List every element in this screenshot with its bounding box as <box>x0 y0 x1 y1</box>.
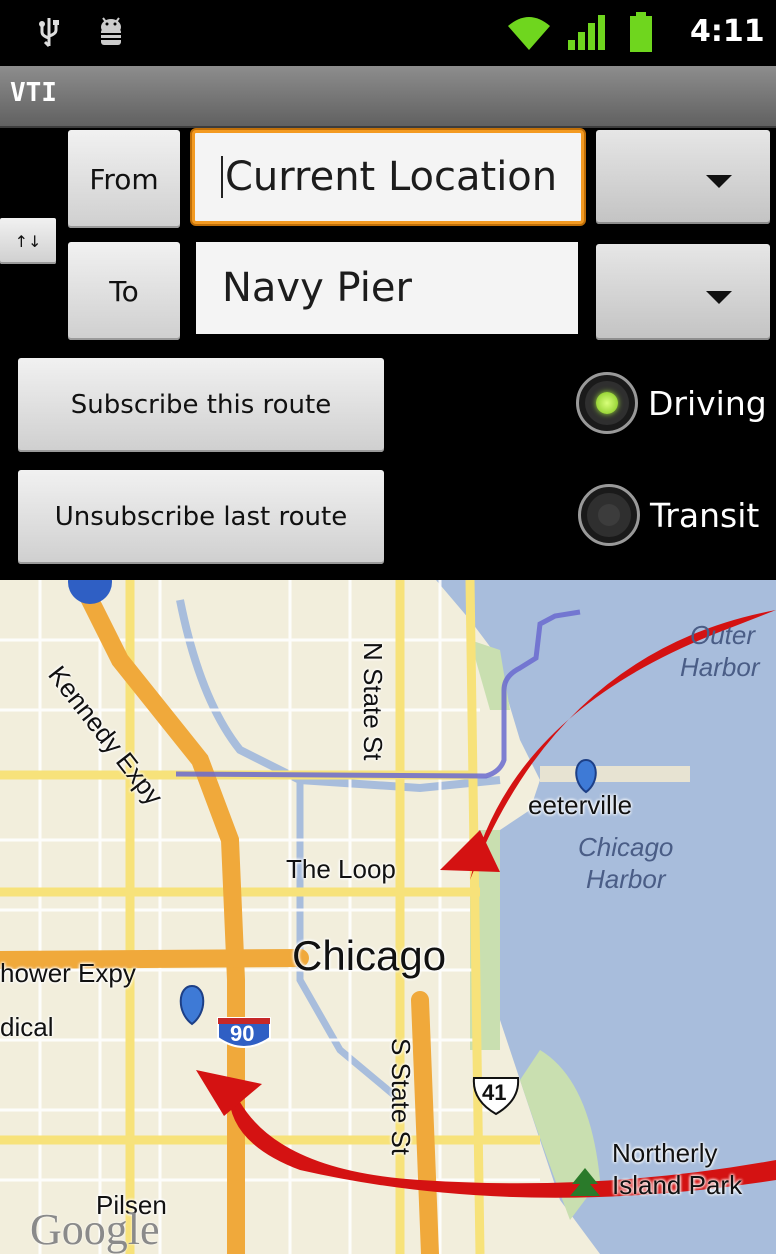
map-label-chicago-harbor: Chicago <box>578 832 674 862</box>
clock: 4:11 <box>690 14 765 49</box>
chicago-river <box>176 599 501 793</box>
from-input-value: Current Location <box>225 154 558 200</box>
radio-circle <box>578 484 640 546</box>
title-bar: VTI <box>0 66 776 128</box>
app-title: VTI <box>10 78 57 108</box>
to-dropdown[interactable] <box>596 244 770 340</box>
map-label-medical: dical <box>0 1012 54 1042</box>
map-label-n-state-st: N State St <box>358 642 388 761</box>
unsubscribe-route-button[interactable]: Unsubscribe last route <box>18 470 384 564</box>
wifi-icon <box>508 17 550 50</box>
battery-icon <box>630 12 652 52</box>
map-label-outer: Outer <box>690 620 756 650</box>
driving-radio[interactable]: Driving <box>576 372 767 434</box>
origin-marker <box>179 984 205 1026</box>
signal-icon <box>568 15 605 50</box>
navy-pier <box>540 766 690 782</box>
android-debug-icon <box>101 17 121 45</box>
route-form: From ↑↓ Current Location To Navy Pier Su… <box>0 128 776 580</box>
map-label-us41: 41 <box>482 1080 507 1105</box>
transit-radio[interactable]: Transit <box>578 484 759 546</box>
map-label-s-state-st: S State St <box>386 1038 416 1156</box>
map-label-island-park: Island Park <box>612 1170 743 1200</box>
radio-circle <box>576 372 638 434</box>
transit-label: Transit <box>650 495 760 535</box>
radio-unselected-dot <box>598 504 620 526</box>
chevron-down-icon <box>706 175 732 188</box>
driving-label: Driving <box>648 383 767 423</box>
from-input[interactable]: Current Location <box>192 130 584 224</box>
interstate-94-shield <box>68 580 112 604</box>
status-bar: 4:11 <box>0 0 776 66</box>
google-logo: Google <box>30 1205 160 1254</box>
map-label-the-loop: The Loop <box>286 854 396 884</box>
map-view[interactable]: Kennedy Expy N State St Outer Harbor eet… <box>0 580 776 1254</box>
swap-button[interactable]: ↑↓ <box>0 218 56 264</box>
to-button[interactable]: To <box>68 242 180 340</box>
map-label-eisenhower-expy: hower Expy <box>0 958 136 988</box>
from-button[interactable]: From <box>68 130 180 228</box>
radio-selected-dot <box>596 392 618 414</box>
usb-icon <box>39 18 59 48</box>
from-dropdown[interactable] <box>596 130 770 224</box>
map-label-chicago: Chicago <box>292 932 447 979</box>
map-label-northerly: Northerly <box>612 1138 718 1168</box>
map-label-chicago-harbor-line2: Harbor <box>586 864 666 894</box>
text-cursor <box>221 156 223 198</box>
to-input-value: Navy Pier <box>222 265 412 311</box>
subscribe-route-button[interactable]: Subscribe this route <box>18 358 384 452</box>
to-input[interactable]: Navy Pier <box>196 242 578 334</box>
map-label-i90: 90 <box>230 1021 255 1046</box>
map-label-harbor: Harbor <box>680 652 760 682</box>
map-label-streeterville: eeterville <box>528 790 633 820</box>
chevron-down-icon <box>706 291 732 304</box>
